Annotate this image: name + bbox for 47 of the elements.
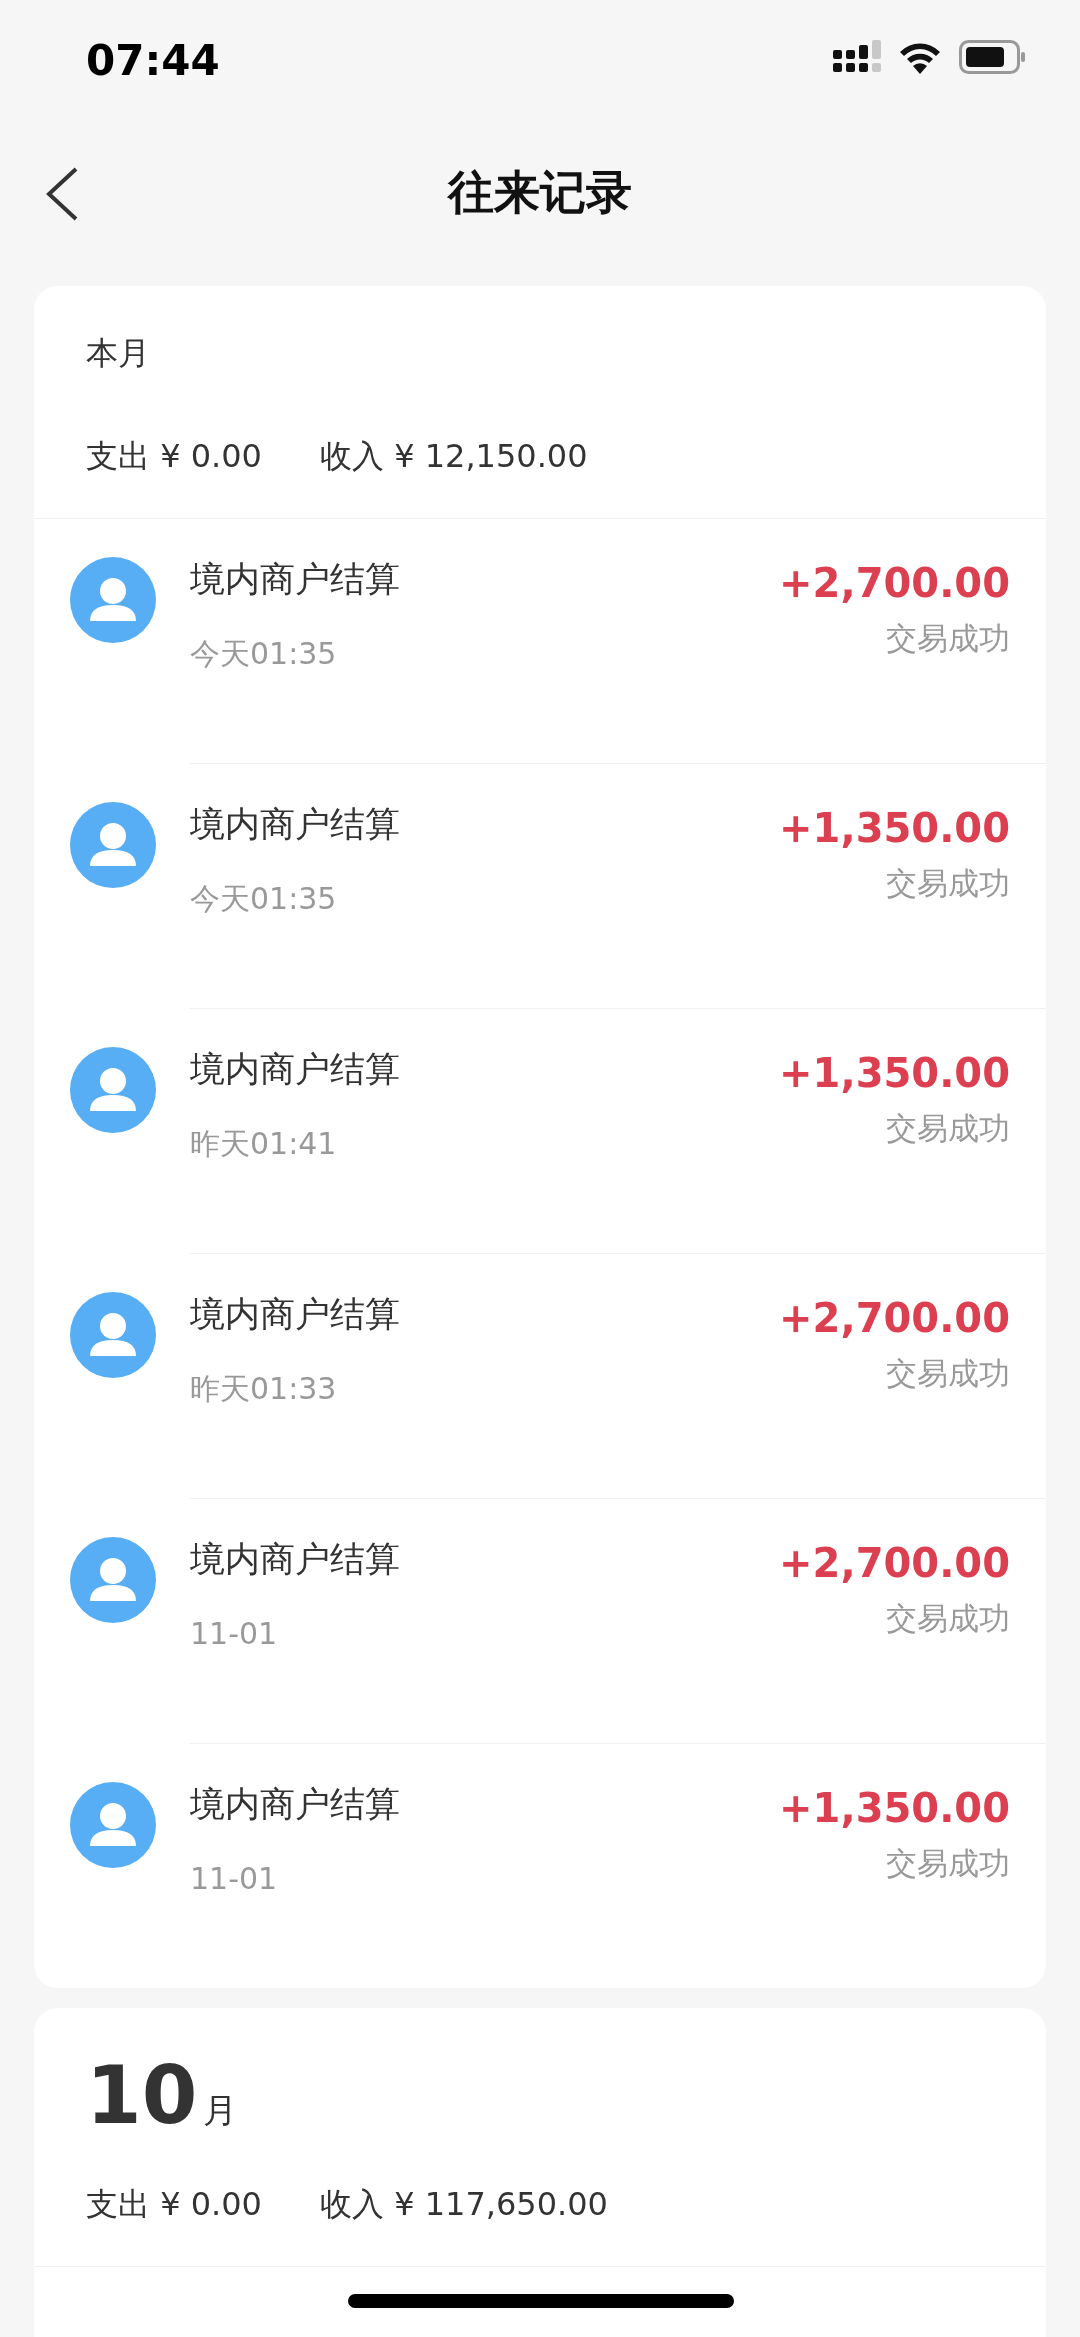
record-row[interactable]: 境内商户结算 昨天01:33 +2,700.00 交易成功: [34, 1254, 1046, 1499]
record-row[interactable]: 境内商户结算 昨天01:41 +1,350.00 交易成功: [34, 1009, 1046, 1254]
page-title: 往来记录: [448, 164, 632, 221]
record-status: 交易成功: [885, 1599, 1010, 1639]
signal-icon: [833, 40, 881, 74]
record-amount: +2,700.00: [779, 1294, 1010, 1344]
avatar-icon: [70, 1537, 156, 1624]
record-time: 昨天01:33: [190, 1369, 338, 1408]
record-amount: +1,350.00: [779, 1049, 1010, 1099]
record-name: 境内商户结算: [190, 803, 401, 847]
record-time: 昨天01:41: [190, 1124, 338, 1163]
record-row[interactable]: 境内商户结算 11-01 +1,350.00 交易成功: [34, 1744, 1046, 1989]
record-time: 今天01:35: [190, 634, 338, 673]
battery-icon: [959, 40, 1025, 74]
record-row[interactable]: 境内商户结算 11-01 +2,700.00 交易成功: [34, 1499, 1046, 1744]
month-label: 本月: [86, 334, 151, 373]
record-status: 交易成功: [885, 619, 1010, 659]
avatar-icon: [70, 1047, 156, 1134]
record-name: 境内商户结算: [190, 558, 401, 602]
record-amount: +1,350.00: [779, 804, 1010, 854]
avatar-icon: [70, 802, 156, 889]
record-time: 今天01:35: [190, 879, 338, 918]
record-time: 11-01: [190, 1859, 279, 1898]
month-number: 10: [86, 2056, 198, 2137]
record-status: 交易成功: [885, 1109, 1010, 1149]
status-time: 07:44: [86, 40, 220, 82]
record-row[interactable]: 境内商户结算 今天01:35 +1,350.00 交易成功: [34, 764, 1046, 1009]
record-name: 境内商户结算: [190, 1538, 401, 1582]
record-status: 交易成功: [885, 1354, 1010, 1394]
record-status: 交易成功: [885, 864, 1010, 904]
avatar-icon: [70, 557, 156, 644]
record-status: 交易成功: [885, 1844, 1010, 1884]
income-total: 收入 ¥ 117,650.00: [319, 2184, 608, 2226]
income-total: 收入 ¥ 12,150.00: [319, 436, 588, 478]
avatar-icon: [70, 1782, 156, 1869]
record-name: 境内商户结算: [190, 1783, 401, 1827]
month-unit: 月: [203, 2089, 238, 2133]
avatar-icon: [70, 1292, 156, 1379]
record-amount: +2,700.00: [779, 1539, 1010, 1589]
record-name: 境内商户结算: [190, 1048, 401, 1092]
expense-total: 支出 ¥ 0.00: [86, 2184, 262, 2226]
expense-total: 支出 ¥ 0.00: [86, 436, 262, 478]
record-amount: +2,700.00: [779, 559, 1010, 609]
record-name: 境内商户结算: [190, 1293, 401, 1337]
record-row[interactable]: 境内商户结算 今天01:35 +2,700.00 交易成功: [34, 519, 1046, 764]
record-time: 11-01: [190, 1614, 279, 1653]
record-amount: +1,350.00: [779, 1784, 1010, 1834]
